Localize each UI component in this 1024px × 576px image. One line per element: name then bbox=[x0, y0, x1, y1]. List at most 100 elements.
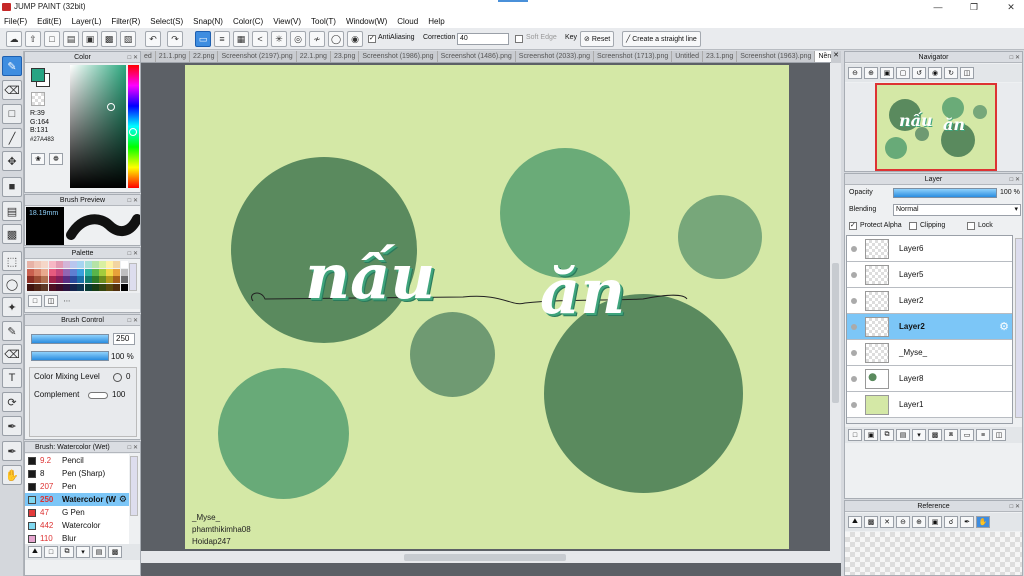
brush-item-pencil[interactable]: 9.2 Pencil bbox=[25, 454, 129, 467]
brush-item-watercolor-wet[interactable]: 250 Watercolor (W ⚙ bbox=[25, 493, 129, 506]
blending-select[interactable]: Normal ▾ bbox=[893, 204, 1021, 216]
layer-settings-icon[interactable]: ≡ bbox=[976, 429, 990, 441]
menu-window[interactable]: Window(W) bbox=[346, 17, 387, 26]
palette-swatch[interactable] bbox=[84, 268, 92, 276]
rotate-right-icon[interactable]: ↻ bbox=[944, 67, 958, 79]
brush-item-g-pen[interactable]: 47 G Pen bbox=[25, 506, 129, 519]
reference-fit-icon[interactable]: ▣ bbox=[928, 516, 942, 528]
menu-cloud[interactable]: Cloud bbox=[397, 17, 418, 26]
menu-file[interactable]: File(F) bbox=[4, 17, 27, 26]
redo-icon[interactable]: ↷ bbox=[167, 31, 183, 47]
palette-swatch[interactable] bbox=[99, 276, 106, 283]
layer-row[interactable]: Layer8 bbox=[847, 366, 1012, 392]
doc-tab[interactable]: 22.1.png bbox=[297, 51, 331, 62]
palette-swatch[interactable] bbox=[99, 268, 106, 276]
palette-swatch[interactable] bbox=[77, 283, 85, 291]
layer-folder-icon[interactable]: ▩ bbox=[928, 429, 942, 441]
brush-item-watercolor[interactable]: 442 Watercolor bbox=[25, 519, 129, 532]
gear-icon[interactable]: ⚙ bbox=[999, 320, 1009, 333]
palette-swatch[interactable] bbox=[84, 283, 92, 291]
doc-tab[interactable]: Screenshot (1486).png bbox=[438, 51, 516, 62]
parallel-ruler-icon[interactable]: ≡ bbox=[214, 31, 230, 47]
close-button[interactable]: ✕ bbox=[1003, 2, 1019, 12]
palette-swatch[interactable] bbox=[106, 261, 114, 268]
pencil-icon[interactable]: ✎ bbox=[2, 56, 22, 76]
palette-swatch[interactable] bbox=[113, 283, 121, 291]
trash-icon[interactable]: ◫ bbox=[992, 429, 1006, 441]
horizontal-scrollbar[interactable] bbox=[141, 551, 830, 563]
ruler-off-icon[interactable]: ▭ bbox=[195, 31, 211, 47]
merge-layer-icon[interactable]: ⧈ bbox=[944, 429, 958, 441]
panel-buttons-icon[interactable]: □ ✕ bbox=[128, 443, 138, 454]
reference-folder-icon[interactable]: ▩ bbox=[864, 516, 878, 528]
reset-view-icon[interactable]: ◉ bbox=[928, 67, 942, 79]
correction-input[interactable]: 40 bbox=[457, 33, 509, 45]
palette-swatch[interactable] bbox=[113, 276, 121, 283]
import-layer-icon[interactable]: ▤ bbox=[896, 429, 910, 441]
brush-file-icon[interactable]: ▤ bbox=[92, 546, 106, 558]
magic-wand-icon[interactable]: ✦ bbox=[2, 297, 22, 317]
select-eraser-icon[interactable]: ⌫ bbox=[2, 344, 22, 364]
reference-close-icon[interactable]: ✕ bbox=[880, 516, 894, 528]
palette-swatch[interactable] bbox=[120, 268, 128, 276]
layer-row[interactable]: Layer5 bbox=[847, 262, 1012, 288]
new-brush-icon[interactable]: □ bbox=[44, 546, 58, 558]
doc-tab[interactable]: Screenshot (1963).png bbox=[737, 51, 816, 62]
eyedropper-icon[interactable]: ✒ bbox=[2, 441, 22, 461]
color-picker-handle[interactable] bbox=[107, 103, 115, 111]
palette-swatch[interactable] bbox=[41, 283, 49, 291]
visibility-icon[interactable] bbox=[851, 349, 857, 356]
vertical-scroll-thumb[interactable] bbox=[832, 263, 839, 403]
ellipse-ruler-icon[interactable]: ◯ bbox=[328, 31, 344, 47]
new-palette-icon[interactable]: □ bbox=[28, 295, 42, 307]
panel-buttons-icon[interactable]: □ ✕ bbox=[128, 196, 138, 207]
doc-tab[interactable]: ed bbox=[141, 51, 156, 62]
hand-icon[interactable]: ✋ bbox=[2, 465, 22, 485]
palette-swatch[interactable] bbox=[70, 268, 78, 276]
palette-swatch[interactable] bbox=[48, 283, 56, 291]
zoom-in-icon[interactable]: ⊕ bbox=[864, 67, 878, 79]
visibility-icon[interactable] bbox=[851, 323, 857, 330]
panel-buttons-icon[interactable]: □ ✕ bbox=[128, 249, 138, 260]
curve-ruler-icon[interactable]: ≁ bbox=[309, 31, 325, 47]
color-mixing-knob[interactable] bbox=[113, 373, 122, 382]
reference-search-icon[interactable]: ☌ bbox=[944, 516, 958, 528]
symmetry-ruler-icon[interactable]: ◉ bbox=[347, 31, 363, 47]
palette-swatch[interactable] bbox=[91, 276, 99, 283]
brush-size-slider[interactable] bbox=[31, 334, 109, 344]
select-pen-icon[interactable]: ✎ bbox=[2, 321, 22, 341]
undo-icon[interactable]: ↶ bbox=[145, 31, 161, 47]
menu-layer[interactable]: Layer(L) bbox=[72, 17, 102, 26]
visibility-icon[interactable] bbox=[851, 245, 857, 252]
palette-swatch[interactable] bbox=[70, 276, 78, 283]
doc-tab[interactable]: 23.png bbox=[331, 51, 360, 62]
menu-help[interactable]: Help bbox=[428, 17, 444, 26]
vertical-scrollbar[interactable] bbox=[830, 63, 841, 563]
palette-swatch[interactable] bbox=[70, 261, 78, 268]
drawing-canvas[interactable]: nấu ăn _Myse_ phamthikimha08 Hoidap247 bbox=[185, 65, 789, 549]
radial-ruler-icon[interactable]: ✳ bbox=[271, 31, 287, 47]
palette-swatch[interactable] bbox=[91, 283, 99, 291]
palette-swatch[interactable] bbox=[55, 261, 63, 268]
antialiasing-checkbox[interactable] bbox=[368, 34, 376, 43]
palette-swatch[interactable] bbox=[84, 261, 92, 268]
cloud-icon[interactable]: ☁ bbox=[6, 31, 22, 47]
new-layer-icon[interactable]: □ bbox=[848, 429, 862, 441]
hue-slider[interactable] bbox=[128, 65, 139, 188]
zoom-out-icon[interactable]: ⊖ bbox=[848, 67, 862, 79]
lock-checkbox[interactable] bbox=[967, 222, 975, 230]
palette-swatch[interactable] bbox=[120, 283, 128, 291]
doc-tab[interactable]: Untitled bbox=[672, 51, 703, 62]
panel-buttons-icon[interactable]: □ ✕ bbox=[128, 53, 138, 64]
visibility-icon[interactable] bbox=[851, 271, 857, 278]
reference-settings-icon[interactable]: ⛰ bbox=[848, 516, 862, 528]
menu-tool[interactable]: Tool(T) bbox=[311, 17, 336, 26]
rectangle-icon[interactable]: □ bbox=[2, 104, 22, 124]
menu-snap[interactable]: Snap(N) bbox=[193, 17, 223, 26]
text-icon[interactable]: T bbox=[2, 368, 22, 388]
move-icon[interactable]: ✥ bbox=[2, 151, 22, 171]
flip-icon[interactable]: ◫ bbox=[960, 67, 974, 79]
doc-tab[interactable]: Screenshot (1713).png bbox=[594, 51, 673, 62]
layer-row[interactable]: Layer6 bbox=[847, 236, 1012, 262]
palette-swatch[interactable] bbox=[34, 276, 42, 283]
